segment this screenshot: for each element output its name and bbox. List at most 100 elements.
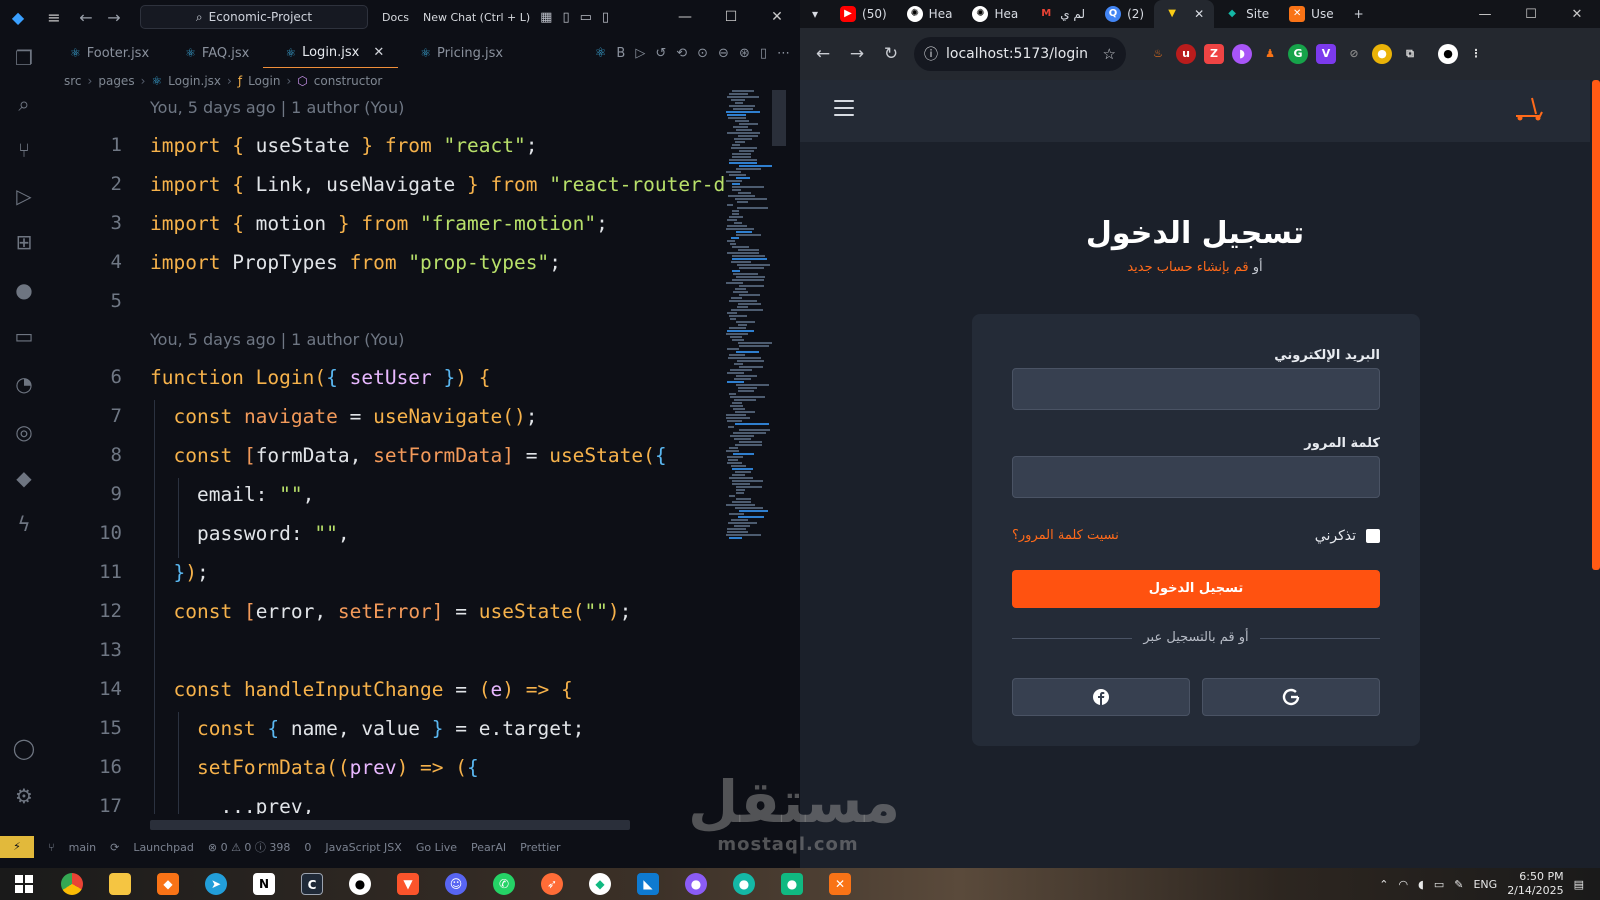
secondary-sidebar-icon[interactable]: ▯	[602, 10, 609, 25]
extensions-icon[interactable]: ⊞	[12, 230, 36, 254]
remember-checkbox[interactable]	[1366, 529, 1380, 543]
muted-extension-icon[interactable]: ⊘	[1344, 44, 1364, 64]
tab-pricing[interactable]: ⚛ Pricing.jsx	[398, 38, 517, 68]
ports-counter[interactable]: 0	[304, 841, 311, 854]
grammarly-icon[interactable]: G	[1288, 44, 1308, 64]
explorer-icon[interactable]: ❐	[12, 46, 36, 70]
code-line[interactable]: const handleInputChange = (e) => {	[150, 678, 572, 701]
taskbar-app[interactable]: ◆	[144, 868, 192, 900]
search-icon[interactable]: ⌕	[12, 92, 36, 116]
sync-icon[interactable]: ⟳	[110, 841, 119, 854]
codelens[interactable]: You, 5 days ago | 1 author (You)	[150, 330, 404, 349]
back-arrow-icon[interactable]: ←	[72, 8, 100, 27]
v-extension-icon[interactable]: V	[1316, 44, 1336, 64]
clock[interactable]: 6:50 PM 2/14/2025	[1507, 870, 1563, 898]
tab-overflow-label[interactable]: B	[616, 46, 625, 61]
minimize-icon[interactable]: —	[662, 0, 708, 34]
language-indicator[interactable]: ENG	[1473, 878, 1497, 891]
breadcrumb-item[interactable]: pages	[98, 74, 134, 88]
login-button[interactable]: تسجيل الدخول	[1012, 570, 1380, 608]
language-mode[interactable]: JavaScript JSX	[325, 841, 401, 854]
new-chat-link[interactable]: New Chat (Ctrl + L)	[423, 11, 530, 24]
run-debug-icon[interactable]: ▷	[12, 184, 36, 208]
bookmark-star-icon[interactable]: ☆	[1103, 45, 1116, 63]
folder-icon[interactable]: ▭	[12, 324, 36, 348]
new-tab-button[interactable]: +	[1344, 0, 1374, 28]
chrome-tab-active[interactable]: ▼ ✕	[1154, 0, 1215, 28]
close-icon[interactable]: ✕	[373, 45, 384, 60]
code-line[interactable]: function Login({ setUser }) {	[150, 366, 491, 389]
code-line[interactable]: ...prev,	[150, 795, 314, 814]
close-icon[interactable]: ✕	[1194, 7, 1204, 21]
editor-scrollbar[interactable]	[772, 90, 786, 146]
notifications-icon[interactable]: ▤	[1574, 878, 1584, 891]
go-live-button[interactable]: Go Live	[416, 841, 457, 854]
docs-link[interactable]: Docs	[382, 11, 409, 24]
start-button[interactable]	[0, 868, 48, 900]
taskbar-app[interactable]: ●	[672, 868, 720, 900]
taskbar-explorer[interactable]	[96, 868, 144, 900]
mongodb-leaf-icon[interactable]: ◆	[12, 466, 36, 490]
chevron-up-icon[interactable]: ⌃	[1379, 878, 1388, 891]
minimize-icon[interactable]: —	[1462, 7, 1508, 22]
back-arrow-icon[interactable]: ←	[806, 44, 840, 64]
prettier-item[interactable]: Prettier	[520, 841, 560, 854]
taskbar-app[interactable]: ●	[768, 868, 816, 900]
taskbar-chrome[interactable]	[48, 868, 96, 900]
remote-icon[interactable]: ◎	[12, 420, 36, 444]
undo-icon[interactable]: ⟲	[676, 46, 687, 61]
chrome-tab[interactable]: ✺ Hea	[897, 0, 963, 28]
address-bar[interactable]: ⓘ localhost:5173/login ☆	[914, 37, 1126, 71]
lightning-icon[interactable]: ϟ	[12, 512, 36, 536]
more-icon[interactable]: ⋯	[777, 46, 790, 61]
code-line[interactable]: });	[150, 561, 208, 584]
taskbar-telegram[interactable]: ➤	[192, 868, 240, 900]
purple-extension-icon[interactable]: ◗	[1232, 44, 1252, 64]
taskbar-xampp[interactable]: ✕	[816, 868, 864, 900]
code-editor[interactable]: You, 5 days ago | 1 author (You) You, 5 …	[48, 94, 728, 814]
gear-icon[interactable]: ⚙	[12, 784, 36, 808]
code-line[interactable]: const [formData, setFormData] = useState…	[150, 444, 666, 467]
breadcrumb-item[interactable]: src	[64, 74, 82, 88]
url-text[interactable]: localhost:5173/login	[946, 46, 1088, 62]
site-info-icon[interactable]: ⓘ	[924, 44, 938, 64]
password-field[interactable]	[1012, 456, 1380, 498]
close-icon[interactable]: ✕	[754, 0, 800, 34]
battery-icon[interactable]: ▭	[1434, 878, 1444, 891]
tab-footer[interactable]: ⚛ Footer.jsx	[48, 38, 163, 68]
pearai-item[interactable]: PearAI	[471, 841, 506, 854]
code-line[interactable]: const navigate = useNavigate();	[150, 405, 537, 428]
maximize-icon[interactable]: ☐	[708, 0, 754, 34]
forgot-password-link[interactable]: نسيت كلمة المرور؟	[1012, 528, 1119, 543]
breadcrumb-item[interactable]: constructor	[314, 74, 383, 88]
tab-login[interactable]: ⚛ Login.jsx ✕	[263, 38, 399, 68]
menu-icon[interactable]: ≡	[36, 8, 72, 27]
volume-icon[interactable]: ◖	[1418, 878, 1424, 891]
more-vertical-icon[interactable]: ⋮	[1466, 44, 1486, 64]
hamburger-menu-icon[interactable]	[834, 100, 854, 116]
layout-icon[interactable]: ▦	[540, 10, 552, 25]
timeline-icon[interactable]: ⊛	[739, 46, 750, 61]
pen-icon[interactable]: ✎	[1454, 878, 1463, 891]
code-line[interactable]: setFormData((prev) => ({	[150, 756, 479, 779]
breadcrumb-item[interactable]: Login	[248, 74, 280, 88]
taskbar-mongodb[interactable]: ◆	[576, 868, 624, 900]
tab-faq[interactable]: ⚛ FAQ.jsx	[163, 38, 263, 68]
code-line[interactable]: import { useState } from "react";	[150, 134, 537, 157]
horizontal-scrollbar[interactable]	[150, 820, 630, 830]
command-search[interactable]: ⌕ Economic-Project	[140, 5, 368, 29]
taskbar-app[interactable]: C	[288, 868, 336, 900]
chrome-tab[interactable]: ▶ (50)	[830, 0, 897, 28]
ublock-icon[interactable]: u	[1176, 44, 1196, 64]
forward-arrow-icon[interactable]: →	[840, 44, 874, 64]
taskbar-postman[interactable]: ➶	[528, 868, 576, 900]
wifi-icon[interactable]: ◠	[1398, 878, 1408, 891]
chrome-tab[interactable]: ✕ Use	[1279, 0, 1343, 28]
reload-icon[interactable]: ↻	[874, 44, 908, 64]
split-editor-icon[interactable]: ▯	[760, 46, 767, 61]
taskbar-whatsapp[interactable]: ✆	[480, 868, 528, 900]
codelens[interactable]: You, 5 days ago | 1 author (You)	[150, 98, 404, 117]
sidebar-toggle-icon[interactable]: ▯	[562, 10, 569, 25]
taskbar-vscode[interactable]: ◣	[624, 868, 672, 900]
badge-extension-icon[interactable]: ●	[1372, 44, 1392, 64]
